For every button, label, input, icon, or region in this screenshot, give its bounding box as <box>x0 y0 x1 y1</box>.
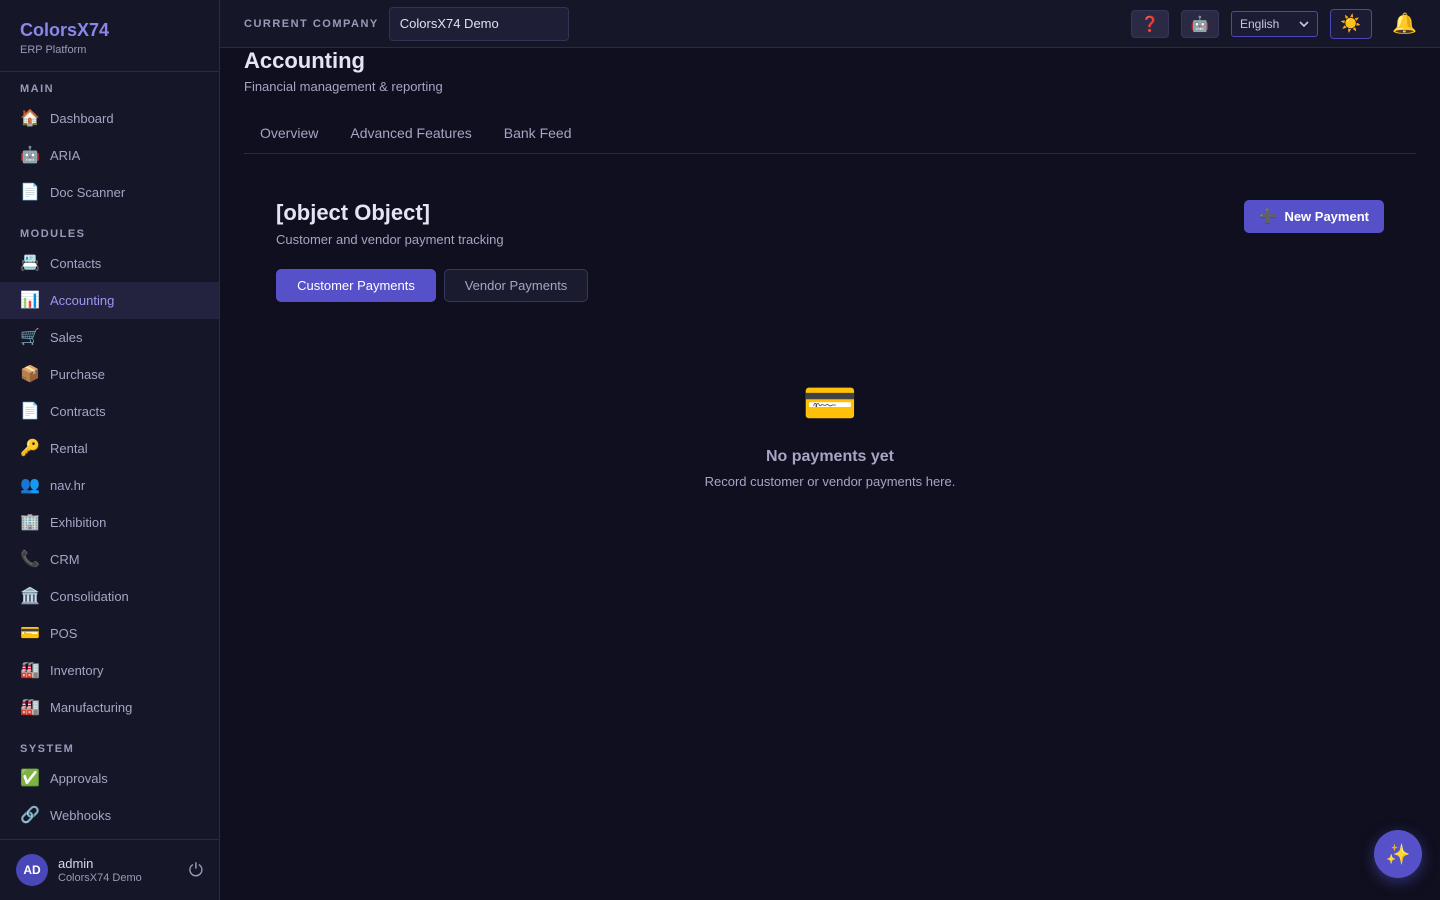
new-payment-button[interactable]: ➕ New Payment <box>1244 200 1384 233</box>
sidebar-item-approvals[interactable]: ✅ Approvals <box>0 760 219 797</box>
sidebar-item-aria[interactable]: 🤖 ARIA <box>0 137 219 174</box>
sidebar-item-label: Manufacturing <box>50 700 133 715</box>
topbar: CURRENT COMPANY ColorsX74 Demo ❓ 🤖 Engli… <box>220 0 1440 48</box>
sidebar-item-label: Contracts <box>50 404 106 419</box>
phone-icon: 📞 <box>20 550 40 568</box>
customer-payments-button[interactable]: Customer Payments <box>276 269 436 302</box>
sidebar-item-dashboard[interactable]: 🏠 Dashboard <box>0 100 219 137</box>
sidebar-item-label: Sales <box>50 330 83 345</box>
sidebar-nav: MAIN 🏠 Dashboard 🤖 ARIA 📄 Doc Scanner MODULES 📇 C… <box>0 82 219 834</box>
sidebar-item-manufacturing[interactable]: 🏭 Manufacturing <box>0 689 219 726</box>
sidebar-item-label: CRM <box>50 552 80 567</box>
sidebar-item-contracts[interactable]: 📄 Contracts <box>0 393 219 430</box>
bank-icon: 🏛️ <box>20 587 40 605</box>
tab-advanced-features[interactable]: Advanced Features <box>334 116 487 154</box>
bell-icon[interactable]: 🔔 <box>1392 11 1417 36</box>
bar-chart-icon: 📊 <box>20 291 40 309</box>
payments-subtitle: Customer and vendor payment tracking <box>276 232 504 247</box>
document-icon: 📄 <box>20 402 40 420</box>
factory-icon: 🏭 <box>20 698 40 716</box>
sidebar-item-crm[interactable]: 📞 CRM <box>0 541 219 578</box>
sun-icon[interactable]: ☀️ <box>1330 8 1372 39</box>
people-icon: 👥 <box>20 476 40 494</box>
sidebar-item-label: Dashboard <box>50 111 114 126</box>
sidebar-item-inventory[interactable]: 🏭 Inventory <box>0 652 219 689</box>
new-payment-label: New Payment <box>1284 209 1369 224</box>
language-select[interactable]: English <box>1231 10 1318 37</box>
home-icon: 🏠 <box>20 109 40 127</box>
tab-bank-feed[interactable]: Bank Feed <box>488 116 588 154</box>
card-index-icon: 📇 <box>20 254 40 272</box>
sidebar-item-label: Webhooks <box>50 808 112 823</box>
sparkles-icon[interactable]: ✨ <box>1374 830 1422 878</box>
user-panel: AD admin ColorsX74 Demo ⏻ <box>0 839 219 900</box>
section-label-modules: MODULES <box>20 228 86 240</box>
chevron-down-icon <box>1299 20 1309 27</box>
sidebar-item-label: POS <box>50 626 78 641</box>
key-icon: 🔑 <box>20 439 40 457</box>
check-icon: ✅ <box>20 769 40 787</box>
sidebar-item-consolidation[interactable]: 🏛️ Consolidation <box>0 578 219 615</box>
avatar[interactable]: AD <box>16 854 48 886</box>
sidebar-item-pos[interactable]: 💳 POS <box>0 615 219 652</box>
sidebar-item-exhibition[interactable]: 🏢 Exhibition <box>0 504 219 541</box>
credit-card-icon: 💳 <box>20 624 40 642</box>
sidebar-item-label: Approvals <box>50 771 108 786</box>
page-title: Accounting <box>244 48 365 73</box>
sidebar-item-label: Inventory <box>50 663 104 678</box>
building-icon: 🏢 <box>20 513 40 531</box>
brand-subtitle: ERP Platform <box>20 44 87 56</box>
robot-icon: 🤖 <box>20 146 40 164</box>
credit-card-icon: 💳 <box>802 379 858 428</box>
factory-icon: 🏭 <box>20 661 40 679</box>
payments-header: [object Object] Customer and vendor paym… <box>276 200 504 247</box>
sidebar-item-label: Consolidation <box>50 589 129 604</box>
sidebar-item-doc-scanner[interactable]: 📄 Doc Scanner <box>0 174 219 211</box>
sidebar-item-sales[interactable]: 🛒 Sales <box>0 319 219 356</box>
cart-icon: 🛒 <box>20 328 40 346</box>
sidebar-item-contacts[interactable]: 📇 Contacts <box>0 245 219 282</box>
user-company: ColorsX74 Demo <box>58 872 142 884</box>
sidebar-item-purchase[interactable]: 📦 Purchase <box>0 356 219 393</box>
tab-bar: Overview Advanced Features Bank Feed <box>244 116 1416 154</box>
robot-icon[interactable]: 🤖 <box>1181 9 1219 38</box>
brand: ColorsX74 ERP Platform <box>0 0 219 72</box>
package-icon: 📦 <box>20 365 40 383</box>
sidebar-item-webhooks[interactable]: 🔗 Webhooks <box>0 797 219 834</box>
sidebar-item-label: Accounting <box>50 293 115 308</box>
sidebar: ColorsX74 ERP Platform MAIN 🏠 Dashboard 🤖 AR… <box>0 0 220 900</box>
empty-state-subtitle: Record customer or vendor payments here. <box>704 474 956 489</box>
document-icon: 📄 <box>20 183 40 201</box>
plus-icon: ➕ <box>1259 208 1277 224</box>
help-icon[interactable]: ❓ <box>1131 9 1169 38</box>
link-icon: 🔗 <box>20 806 40 824</box>
sidebar-item-label: Contacts <box>50 256 102 271</box>
sidebar-item-rental[interactable]: 🔑 Rental <box>0 430 219 467</box>
section-label-system: SYSTEM <box>20 743 75 755</box>
empty-state-title: No payments yet <box>765 448 895 465</box>
sidebar-item-label: Doc Scanner <box>50 185 126 200</box>
sidebar-item-label: ARIA <box>50 148 81 163</box>
power-icon[interactable]: ⏻ <box>189 860 203 881</box>
sidebar-item-label: nav.hr <box>50 478 86 493</box>
sidebar-item-label: Rental <box>50 441 88 456</box>
page-subtitle: Financial management & reporting <box>244 79 443 94</box>
sidebar-item-accounting[interactable]: 📊 Accounting <box>0 282 219 319</box>
brand-name: ColorsX74 <box>20 20 110 40</box>
main-content: Accounting Financial management & report… <box>244 48 1416 489</box>
payment-type-toggle: Customer Payments Vendor Payments <box>276 269 588 302</box>
empty-state: 💳 No payments yet Record customer or ven… <box>244 378 1416 489</box>
company-select[interactable]: ColorsX74 Demo <box>388 6 569 41</box>
sidebar-item-label: Purchase <box>50 367 105 382</box>
sidebar-item-nav-hr[interactable]: 👥 nav.hr <box>0 467 219 504</box>
language-value: English <box>1240 16 1280 31</box>
section-label-main: MAIN <box>20 83 55 95</box>
user-name: admin <box>58 856 94 871</box>
vendor-payments-button[interactable]: Vendor Payments <box>444 269 588 302</box>
tab-overview[interactable]: Overview <box>244 116 334 154</box>
company-label: CURRENT COMPANY <box>244 17 379 30</box>
payments-title: [object Object] <box>276 200 431 225</box>
sidebar-item-label: Exhibition <box>50 515 107 530</box>
